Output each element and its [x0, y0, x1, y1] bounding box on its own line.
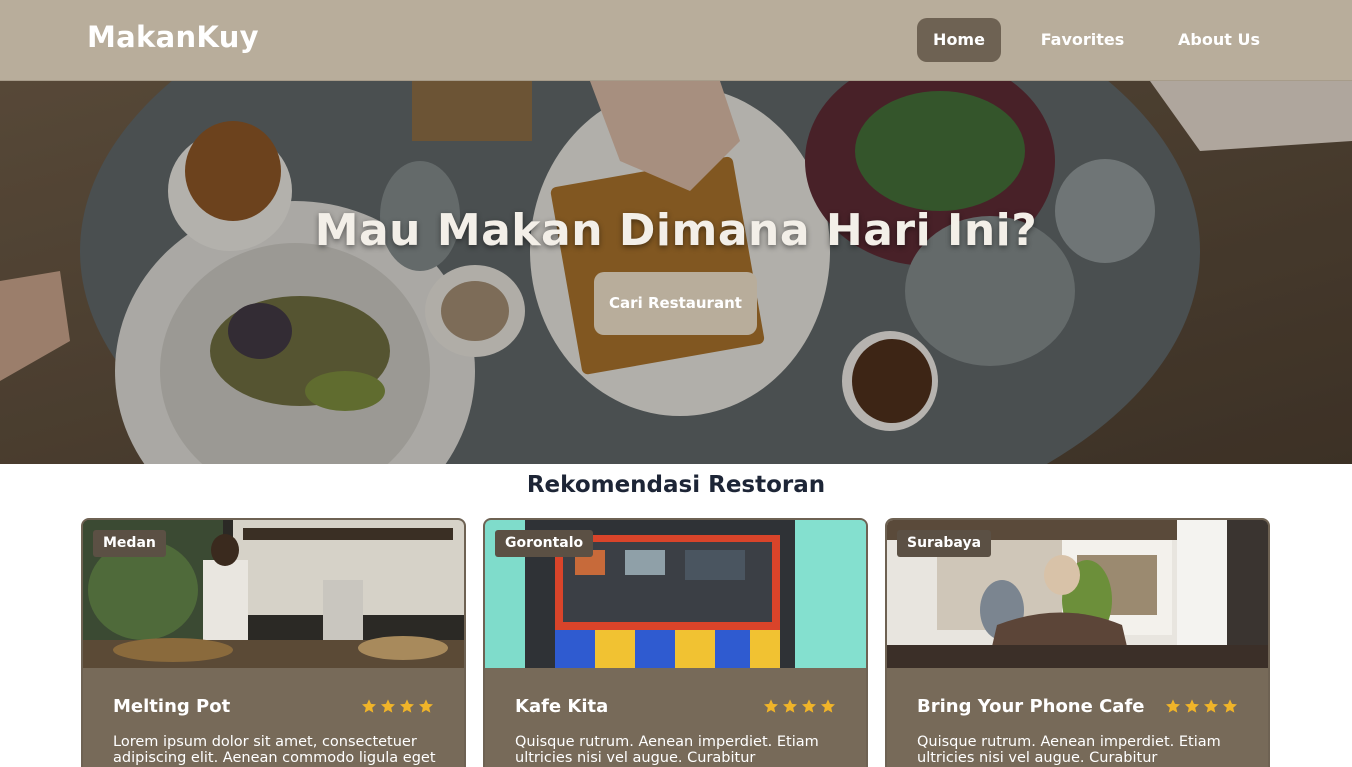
- restaurant-image: Medan: [83, 520, 464, 668]
- restaurant-name[interactable]: Melting Pot: [113, 696, 230, 717]
- restaurant-description: Quisque rutrum. Aenean imperdiet. Etiam …: [917, 734, 1221, 766]
- city-badge: Gorontalo: [495, 530, 594, 557]
- rating-stars: [763, 698, 836, 714]
- restaurant-name[interactable]: Bring Your Phone Cafe: [917, 696, 1145, 717]
- star-icon: [1204, 699, 1218, 713]
- star-icon: [400, 699, 414, 713]
- card-body: Melting Pot Lorem ipsum dolor sit amet, …: [83, 668, 464, 767]
- nav-about-us[interactable]: About Us: [1168, 18, 1270, 62]
- star-icon: [783, 699, 797, 713]
- restaurant-description: Lorem ipsum dolor sit amet, consectetuer…: [113, 734, 436, 766]
- star-icon: [802, 699, 816, 713]
- nav-favorites[interactable]: Favorites: [1035, 18, 1130, 62]
- nav-home[interactable]: Home: [917, 18, 1001, 62]
- star-icon: [362, 699, 376, 713]
- hero-title: Mau Makan Dimana Hari Ini?: [314, 205, 1038, 256]
- brand-logo[interactable]: MakanKuy: [87, 20, 259, 54]
- star-icon: [821, 699, 835, 713]
- star-icon: [1166, 699, 1180, 713]
- search-restaurant-button[interactable]: Cari Restaurant: [594, 272, 757, 335]
- hero-banner: Mau Makan Dimana Hari Ini? Cari Restaura…: [0, 81, 1352, 464]
- restaurant-card[interactable]: Gorontalo Kafe Kita Quisque rutrum. Aene…: [483, 518, 868, 767]
- navbar: MakanKuy Home Favorites About Us: [0, 0, 1352, 81]
- section-title: Rekomendasi Restoran: [526, 472, 826, 498]
- star-icon: [764, 699, 778, 713]
- card-body: Bring Your Phone Cafe Quisque rutrum. Ae…: [887, 668, 1268, 767]
- restaurant-image: Surabaya: [887, 520, 1268, 668]
- restaurant-description: Quisque rutrum. Aenean imperdiet. Etiam …: [515, 734, 819, 766]
- restaurant-image: Gorontalo: [485, 520, 866, 668]
- star-icon: [1223, 699, 1237, 713]
- rating-stars: [1165, 698, 1238, 714]
- rating-stars: [361, 698, 434, 714]
- restaurant-name[interactable]: Kafe Kita: [515, 696, 608, 717]
- star-icon: [1185, 699, 1199, 713]
- city-badge: Surabaya: [897, 530, 992, 557]
- card-body: Kafe Kita Quisque rutrum. Aenean imperdi…: [485, 668, 866, 767]
- star-icon: [419, 699, 433, 713]
- star-icon: [381, 699, 395, 713]
- city-badge: Medan: [93, 530, 166, 557]
- restaurant-card[interactable]: Surabaya Bring Your Phone Cafe Quisque r…: [885, 518, 1270, 767]
- restaurant-card[interactable]: Medan Melting Pot Lorem ipsum dolor sit …: [81, 518, 466, 767]
